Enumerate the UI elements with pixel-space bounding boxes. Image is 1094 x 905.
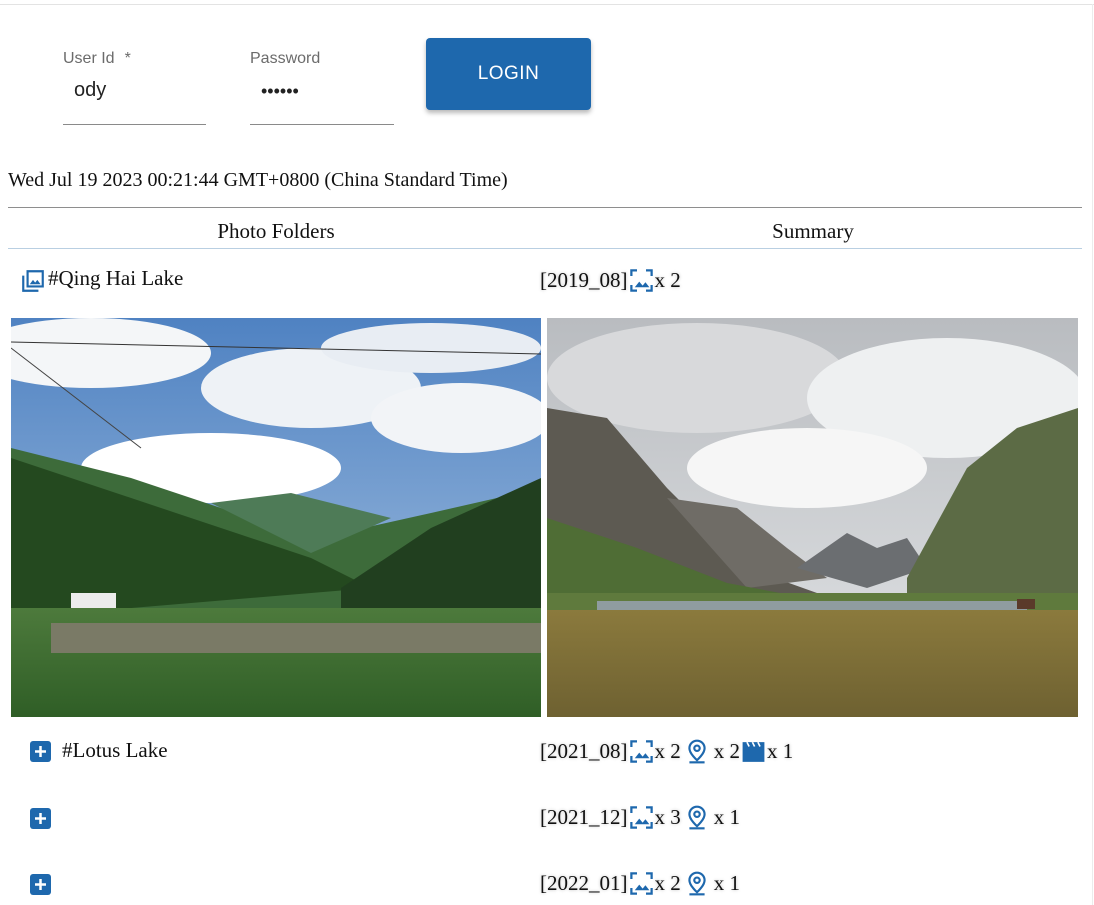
row-summary: [2021_12] x 3 x 1 [540,804,740,831]
row-summary: [2022_01] x 2 x 1 [540,870,740,897]
summary-date: [2022_01] [540,871,628,895]
password-underline [250,124,394,125]
photo-thumbnail-mountain-lake[interactable] [547,318,1078,717]
password-field[interactable]: Password •••••• [250,50,394,126]
right-divider [1092,4,1093,905]
folder-name[interactable]: #Lotus Lake [62,738,168,763]
login-button[interactable]: LOGIN [426,38,591,110]
location-pin-icon [684,738,710,765]
image-icon [628,267,655,294]
user-id-value: ody [74,79,107,101]
row-summary: [2021_08] x 2 x 2 x 1 [540,738,793,765]
expand-folder-plus-icon[interactable] [30,808,51,829]
location-count: x 1 [713,871,740,895]
column-header-summary: Summary [772,219,854,243]
expand-folder-plus-icon[interactable] [30,741,51,762]
top-divider [0,4,1094,5]
current-datetime: Wed Jul 19 2023 00:21:44 GMT+0800 (China… [8,169,508,191]
image-icon [628,804,655,831]
movie-clapper-icon [740,740,767,764]
header-divider [8,207,1082,208]
video-count: x 1 [767,739,794,763]
location-pin-icon [684,804,710,831]
location-count: x 2 [713,739,740,763]
user-id-label: User Id * [63,50,131,67]
photo-library-icon[interactable] [20,268,46,294]
summary-date: [2021_08] [540,739,628,763]
summary-date: [2021_12] [540,805,628,829]
image-icon [628,870,655,897]
required-mark: * [124,50,131,67]
location-pin-icon [684,870,710,897]
photo-thumbnail-mountain-valley[interactable] [11,318,541,717]
folder-name[interactable]: #Qing Hai Lake [48,266,183,291]
photo-count: x 2 [654,871,681,895]
expand-folder-plus-icon[interactable] [30,874,51,895]
column-header-photo-folders: Photo Folders [217,219,335,243]
photo-count: x 3 [654,805,681,829]
summary-date: [2019_08] [540,268,628,292]
photo-count: x 2 [654,268,681,292]
password-value: •••••• [261,81,299,101]
image-icon [628,738,655,765]
column-header-divider [8,248,1082,249]
location-count: x 1 [713,805,740,829]
photo-count: x 2 [654,739,681,763]
password-label: Password [250,50,321,67]
row-summary: [2019_08] x 2 [540,267,681,294]
user-id-underline [63,124,206,125]
user-id-field[interactable]: User Id * ody [63,50,206,126]
